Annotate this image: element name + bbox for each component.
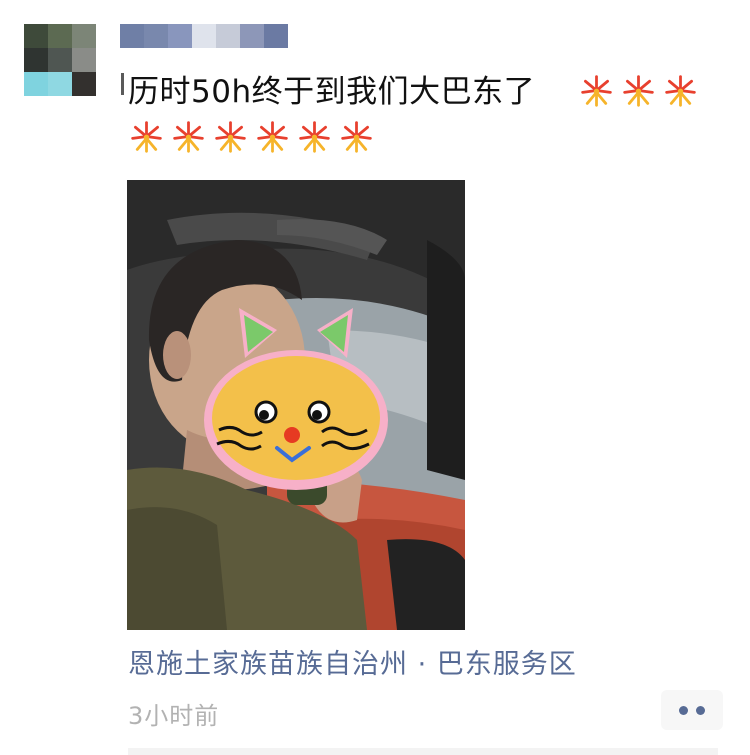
more-dots-icon xyxy=(696,705,705,715)
post-time: 3小时前 xyxy=(128,702,220,730)
fireworks-emoji-icon xyxy=(581,75,612,107)
more-dots-icon xyxy=(679,705,688,715)
location-link[interactable]: 恩施土家族苗族自治州 · 巴东服务区 xyxy=(128,642,577,681)
more-actions-button[interactable] xyxy=(661,690,723,730)
car-interior-photo xyxy=(127,180,465,630)
nickname-blurred[interactable] xyxy=(120,24,288,48)
post-photo[interactable] xyxy=(127,180,465,630)
fireworks-emoji-icon xyxy=(257,121,288,153)
avatar[interactable] xyxy=(24,24,96,96)
fireworks-emoji-icon xyxy=(173,121,204,153)
moments-post: 历时50h终于到我们大巴东了 恩施土家族苗族自治州 · 巴东服务区 3小时前 xyxy=(0,0,750,755)
fireworks-emoji-icon xyxy=(215,121,246,153)
emoji-row xyxy=(128,118,375,155)
comment-area-top xyxy=(128,748,718,755)
text-cursor xyxy=(121,73,124,95)
fireworks-emoji-icon xyxy=(341,121,372,153)
fireworks-emoji-icon xyxy=(299,121,330,153)
fireworks-emoji-icon xyxy=(623,75,654,107)
emoji-row xyxy=(578,72,699,109)
fireworks-emoji-icon xyxy=(665,75,696,107)
fireworks-emoji-icon xyxy=(131,121,162,153)
